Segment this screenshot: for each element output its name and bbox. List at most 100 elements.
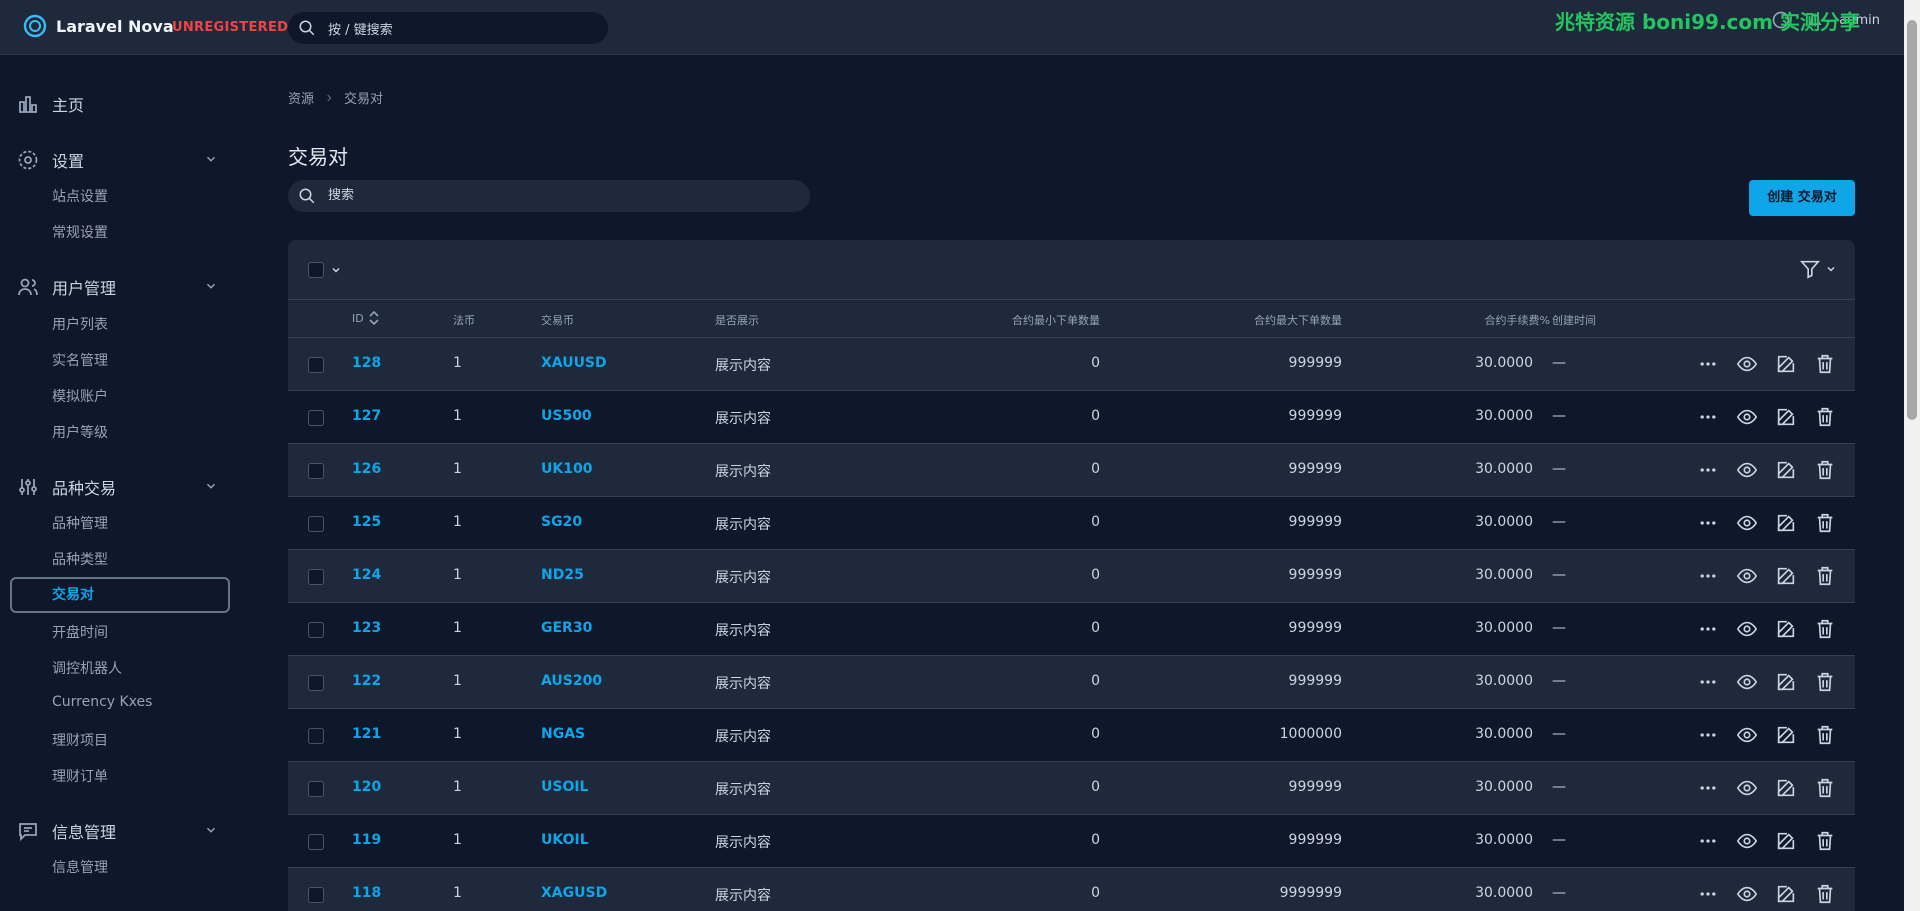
edit-icon[interactable] <box>1774 352 1798 376</box>
row-checkbox[interactable] <box>308 728 324 744</box>
page-scrollbar[interactable] <box>1904 0 1920 911</box>
trash-icon[interactable] <box>1813 882 1837 906</box>
edit-icon[interactable] <box>1774 776 1798 800</box>
global-search-input[interactable]: 按 / 键搜索 <box>288 12 608 44</box>
eye-icon[interactable] <box>1735 670 1759 694</box>
more-icon[interactable] <box>1696 405 1720 429</box>
row-checkbox[interactable] <box>308 675 324 691</box>
sidebar-item-opening-hours[interactable]: 开盘时间 <box>52 622 108 642</box>
eye-icon[interactable] <box>1735 458 1759 482</box>
eye-icon[interactable] <box>1735 352 1759 376</box>
edit-icon[interactable] <box>1774 882 1798 906</box>
eye-icon[interactable] <box>1735 405 1759 429</box>
sidebar-item-wealth-products[interactable]: 理财项目 <box>52 730 108 750</box>
more-icon[interactable] <box>1696 829 1720 853</box>
row-checkbox[interactable] <box>308 463 324 479</box>
eye-icon[interactable] <box>1735 617 1759 641</box>
breadcrumb-resources[interactable]: 资源 <box>288 88 314 107</box>
sidebar-item-currency-kxes[interactable]: Currency Kxes <box>52 694 152 710</box>
resource-search-input[interactable]: 搜索 <box>288 180 810 212</box>
sidebar-item-info[interactable]: 信息管理 <box>52 857 108 877</box>
sidebar-item-user-levels[interactable]: 用户等级 <box>52 422 108 442</box>
sidebar-group-users[interactable]: 用户管理 <box>16 275 216 299</box>
sidebar-group-info[interactable]: 信息管理 <box>16 819 216 843</box>
select-all-control[interactable] <box>308 262 342 278</box>
sidebar-item-user-list[interactable]: 用户列表 <box>52 314 108 334</box>
row-checkbox[interactable] <box>308 569 324 585</box>
row-checkbox[interactable] <box>308 410 324 426</box>
row-checkbox[interactable] <box>308 516 324 532</box>
row-coin-link[interactable]: GER30 <box>541 620 592 636</box>
more-icon[interactable] <box>1696 564 1720 588</box>
row-checkbox[interactable] <box>308 834 324 850</box>
row-coin-link[interactable]: XAGUSD <box>541 885 607 901</box>
trash-icon[interactable] <box>1813 458 1837 482</box>
sidebar-item-general-settings[interactable]: 常规设置 <box>52 222 108 242</box>
row-coin-link[interactable]: AUS200 <box>541 673 602 689</box>
edit-icon[interactable] <box>1774 564 1798 588</box>
sidebar-group-settings[interactable]: 设置 <box>16 148 216 172</box>
row-id-link[interactable]: 122 <box>352 673 381 689</box>
sidebar-item-wealth-orders[interactable]: 理财订单 <box>52 766 108 786</box>
row-id-link[interactable]: 120 <box>352 779 381 795</box>
row-checkbox[interactable] <box>308 887 324 903</box>
row-id-link[interactable]: 126 <box>352 461 381 477</box>
scrollbar-thumb[interactable] <box>1907 20 1917 420</box>
more-icon[interactable] <box>1696 882 1720 906</box>
row-coin-link[interactable]: ND25 <box>541 567 584 583</box>
row-id-link[interactable]: 119 <box>352 832 381 848</box>
eye-icon[interactable] <box>1735 776 1759 800</box>
sidebar-item-home[interactable]: 主页 <box>16 92 84 116</box>
sidebar-group-trading[interactable]: 品种交易 <box>16 475 216 499</box>
trash-icon[interactable] <box>1813 670 1837 694</box>
more-icon[interactable] <box>1696 617 1720 641</box>
row-id-link[interactable]: 125 <box>352 514 381 530</box>
trash-icon[interactable] <box>1813 723 1837 747</box>
edit-icon[interactable] <box>1774 670 1798 694</box>
trash-icon[interactable] <box>1813 617 1837 641</box>
row-checkbox[interactable] <box>308 622 324 638</box>
edit-icon[interactable] <box>1774 511 1798 535</box>
select-all-checkbox[interactable] <box>308 262 324 278</box>
more-icon[interactable] <box>1696 458 1720 482</box>
trash-icon[interactable] <box>1813 829 1837 853</box>
edit-icon[interactable] <box>1774 829 1798 853</box>
sidebar-item-demo-accounts[interactable]: 模拟账户 <box>52 386 108 406</box>
edit-icon[interactable] <box>1774 405 1798 429</box>
more-icon[interactable] <box>1696 670 1720 694</box>
more-icon[interactable] <box>1696 723 1720 747</box>
row-coin-link[interactable]: SG20 <box>541 514 582 530</box>
eye-icon[interactable] <box>1735 882 1759 906</box>
brand-logo[interactable]: Laravel Nova <box>23 14 174 38</box>
eye-icon[interactable] <box>1735 564 1759 588</box>
trash-icon[interactable] <box>1813 352 1837 376</box>
sidebar-item-kyc[interactable]: 实名管理 <box>52 350 108 370</box>
row-checkbox[interactable] <box>308 357 324 373</box>
trash-icon[interactable] <box>1813 776 1837 800</box>
trash-icon[interactable] <box>1813 511 1837 535</box>
filter-button[interactable] <box>1799 258 1837 280</box>
row-id-link[interactable]: 127 <box>352 408 381 424</box>
row-id-link[interactable]: 123 <box>352 620 381 636</box>
row-id-link[interactable]: 121 <box>352 726 381 742</box>
row-coin-link[interactable]: USOIL <box>541 779 588 795</box>
sidebar-item-product-types[interactable]: 品种类型 <box>52 549 108 569</box>
sidebar-item-bots[interactable]: 调控机器人 <box>52 658 122 678</box>
trash-icon[interactable] <box>1813 564 1837 588</box>
row-checkbox[interactable] <box>308 781 324 797</box>
more-icon[interactable] <box>1696 776 1720 800</box>
eye-icon[interactable] <box>1735 829 1759 853</box>
eye-icon[interactable] <box>1735 511 1759 535</box>
more-icon[interactable] <box>1696 352 1720 376</box>
row-id-link[interactable]: 118 <box>352 885 381 901</box>
row-coin-link[interactable]: US500 <box>541 408 592 424</box>
row-coin-link[interactable]: UKOIL <box>541 832 589 848</box>
edit-icon[interactable] <box>1774 617 1798 641</box>
sidebar-item-trading-pairs[interactable]: 交易对 <box>10 577 230 613</box>
trash-icon[interactable] <box>1813 405 1837 429</box>
column-id-sort[interactable]: ID <box>352 310 380 326</box>
row-id-link[interactable]: 128 <box>352 355 381 371</box>
edit-icon[interactable] <box>1774 723 1798 747</box>
row-id-link[interactable]: 124 <box>352 567 381 583</box>
row-coin-link[interactable]: NGAS <box>541 726 585 742</box>
